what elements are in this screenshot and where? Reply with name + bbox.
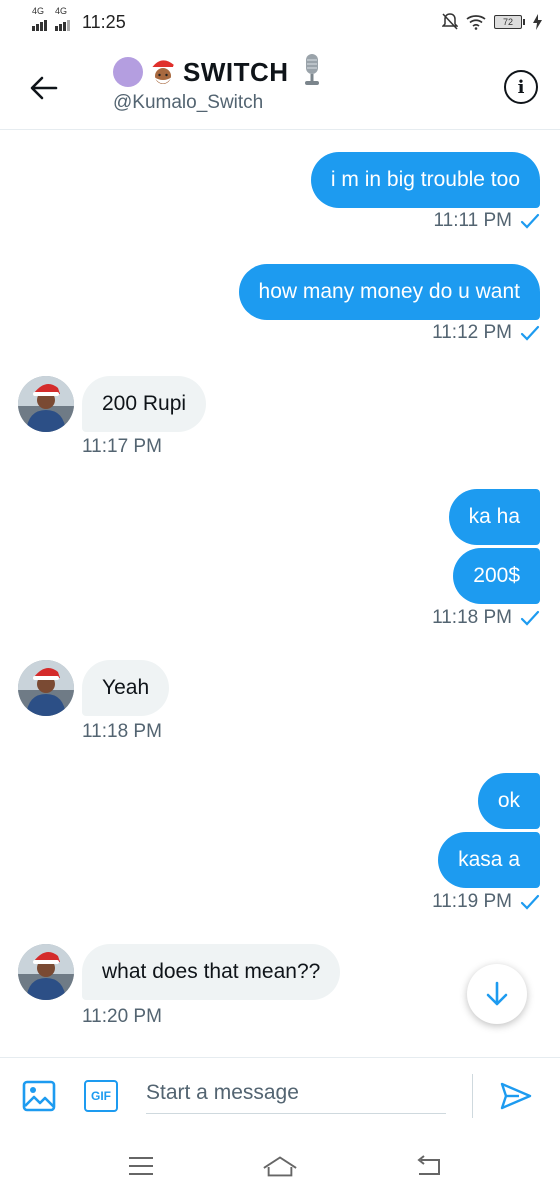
read-check-icon	[520, 213, 540, 229]
timestamp-text: 11:18 PM	[432, 607, 512, 628]
santa-emoji	[147, 56, 179, 88]
message-composer: GIF	[0, 1057, 560, 1127]
received-message-bubble[interactable]: 200 Rupi	[82, 376, 207, 432]
menu-button[interactable]	[123, 1152, 159, 1180]
arrow-left-icon	[30, 76, 58, 100]
system-navigation-bar	[0, 1128, 560, 1200]
sent-message-bubble[interactable]: kasa a	[438, 832, 540, 888]
read-check-icon	[520, 894, 540, 910]
signal-icon: 4G	[55, 6, 70, 31]
home-icon	[263, 1156, 297, 1177]
timestamp-text: 11:11 PM	[433, 210, 512, 231]
menu-icon	[129, 1157, 153, 1175]
sent-message-bubble[interactable]: ok	[477, 773, 540, 829]
sent-message-bubble[interactable]: i m in big trouble too	[310, 152, 540, 208]
image-icon	[22, 1080, 56, 1112]
home-button[interactable]	[262, 1152, 298, 1180]
status-bar: 4G 4G 11:25 72	[0, 0, 560, 44]
back-nav-button[interactable]	[410, 1152, 446, 1180]
gif-label: GIF	[91, 1089, 111, 1103]
conversation-header: SWITCH @Kumalo_Switch i	[0, 44, 560, 130]
sent-message-bubble[interactable]: ka ha	[448, 489, 540, 545]
charging-icon	[533, 14, 542, 30]
add-photo-button[interactable]	[22, 1080, 56, 1112]
battery-level: 72	[502, 17, 513, 27]
message-timestamp: 11:11 PM	[433, 210, 540, 232]
conversation-title: SWITCH	[183, 56, 289, 87]
network-type-2: 4G	[55, 5, 68, 16]
arrow-down-icon	[486, 981, 508, 1006]
avatar[interactable]	[18, 660, 74, 716]
wifi-icon	[466, 15, 486, 30]
composer-divider	[472, 1074, 473, 1118]
network-type-1: 4G	[32, 5, 45, 16]
conversation-handle: @Kumalo_Switch	[113, 92, 264, 113]
send-button[interactable]	[496, 1078, 536, 1114]
back-button[interactable]	[26, 70, 62, 106]
signal-icon: 4G	[32, 6, 47, 31]
avatar[interactable]	[18, 376, 74, 432]
gif-button[interactable]: GIF	[84, 1080, 118, 1112]
avatar[interactable]	[18, 944, 74, 1000]
message-timestamp: 11:18 PM	[432, 607, 540, 629]
sent-message-bubble[interactable]: how many money do u want	[238, 264, 540, 320]
info-button[interactable]: i	[504, 70, 538, 104]
read-check-icon	[520, 610, 540, 626]
message-timestamp: 11:18 PM	[82, 721, 162, 742]
info-icon: i	[517, 76, 525, 98]
read-check-icon	[520, 325, 540, 341]
received-message-bubble[interactable]: Yeah	[82, 660, 170, 716]
send-icon	[500, 1082, 532, 1110]
message-timestamp: 11:19 PM	[432, 891, 540, 913]
battery-icon: 72	[494, 15, 525, 29]
timestamp-text: 11:19 PM	[432, 891, 512, 912]
message-input[interactable]	[146, 1072, 446, 1114]
message-timestamp: 11:20 PM	[82, 1006, 162, 1027]
purple-circle-emoji	[113, 57, 143, 87]
received-message-bubble[interactable]: what does that mean??	[82, 944, 341, 1000]
status-time: 11:25	[82, 11, 126, 32]
scroll-to-bottom-button[interactable]	[467, 964, 527, 1024]
message-timestamp: 11:12 PM	[432, 322, 540, 344]
back-nav-icon	[417, 1155, 440, 1175]
mute-bell-icon	[442, 13, 458, 30]
timestamp-text: 11:12 PM	[432, 322, 512, 343]
conversation-title-area[interactable]: SWITCH @Kumalo_Switch	[113, 53, 323, 114]
microphone-emoji	[301, 53, 323, 92]
message-timestamp: 11:17 PM	[82, 436, 162, 457]
sent-message-bubble[interactable]: 200$	[453, 548, 540, 604]
